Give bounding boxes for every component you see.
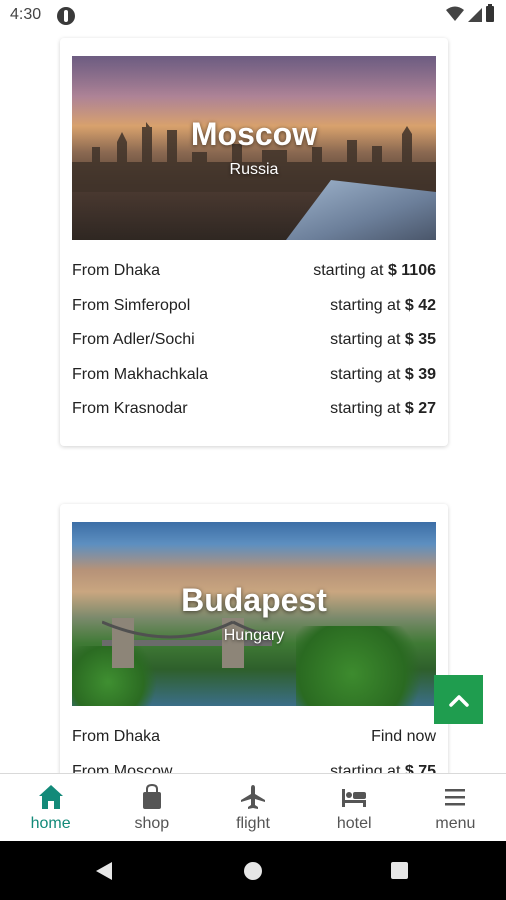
- nav-item-label: home: [30, 814, 71, 832]
- route-origin: From Dhaka: [72, 728, 161, 746]
- route-row[interactable]: From Makhachkala starting at $ 39: [72, 358, 436, 393]
- route-origin: From Dhaka: [72, 262, 161, 280]
- destination-country: Hungary: [223, 627, 285, 644]
- route-price: starting at $ 39: [330, 365, 436, 383]
- route-price: starting at $ 42: [330, 296, 436, 314]
- nav-item-label: menu: [435, 814, 476, 832]
- route-row[interactable]: From Dhaka starting at $ 1106: [72, 254, 436, 289]
- status-icons: [446, 4, 494, 22]
- nav-item-hotel[interactable]: hotel: [304, 774, 405, 841]
- airplane-icon: [241, 784, 265, 809]
- nav-item-label: flight: [236, 814, 270, 832]
- route-price: starting at $ 75: [330, 762, 436, 773]
- route-row[interactable]: From Dhaka Find now: [72, 720, 436, 755]
- route-row[interactable]: From Moscow starting at $ 75: [72, 755, 436, 773]
- home-circle-icon[interactable]: [244, 862, 262, 880]
- destination-card[interactable]: Budapest Hungary From Dhaka Find now Fro…: [60, 504, 448, 773]
- back-icon[interactable]: [96, 862, 112, 880]
- nav-item-flight[interactable]: flight: [202, 774, 303, 841]
- nav-item-label: shop: [134, 814, 170, 832]
- nav-item-label: hotel: [336, 814, 372, 832]
- notification-app-icon: [57, 7, 75, 25]
- scroll-to-top-button[interactable]: [434, 675, 483, 724]
- wifi-icon: [446, 6, 464, 21]
- destination-card[interactable]: Moscow Russia From Dhaka starting at $ 1…: [60, 38, 448, 446]
- route-price: Find now: [371, 728, 436, 746]
- system-navigation-bar: [0, 841, 506, 900]
- route-price: starting at $ 27: [330, 400, 436, 418]
- bed-icon: [342, 788, 367, 807]
- nav-item-menu[interactable]: menu: [405, 774, 506, 841]
- route-row[interactable]: From Adler/Sochi starting at $ 35: [72, 323, 436, 358]
- route-list: From Dhaka starting at $ 1106 From Simfe…: [72, 254, 436, 427]
- recents-icon[interactable]: [391, 862, 408, 879]
- route-row[interactable]: From Krasnodar starting at $ 27: [72, 392, 436, 427]
- nav-item-shop[interactable]: shop: [101, 774, 202, 841]
- destination-image: Budapest Hungary: [72, 522, 436, 706]
- route-origin: From Makhachkala: [72, 365, 209, 383]
- nav-item-home[interactable]: home: [0, 774, 101, 841]
- destination-city: Budapest: [181, 582, 327, 618]
- chevron-up-icon: [448, 694, 469, 707]
- destination-list[interactable]: Moscow Russia From Dhaka starting at $ 1…: [0, 32, 506, 773]
- destination-country: Russia: [229, 161, 279, 178]
- bottom-navigation: home shop flight hotel menu: [0, 773, 506, 841]
- status-bar: 4:30: [0, 0, 506, 32]
- route-row[interactable]: From Simferopol starting at $ 42: [72, 289, 436, 324]
- shopping-bag-icon: [142, 783, 161, 809]
- route-origin: From Adler/Sochi: [72, 331, 195, 349]
- destination-city: Moscow: [190, 116, 318, 152]
- route-list: From Dhaka Find now From Moscow starting…: [72, 720, 436, 773]
- route-origin: From Moscow: [72, 762, 173, 773]
- destination-image: Moscow Russia: [72, 56, 436, 240]
- status-time: 4:30: [10, 6, 42, 23]
- route-origin: From Krasnodar: [72, 400, 188, 418]
- route-origin: From Simferopol: [72, 296, 191, 314]
- route-price: starting at $ 1106: [313, 262, 436, 280]
- battery-icon: [486, 4, 494, 22]
- home-icon: [38, 784, 63, 809]
- route-price: starting at $ 35: [330, 331, 436, 349]
- signal-icon: [468, 8, 482, 22]
- hamburger-menu-icon: [445, 788, 466, 805]
